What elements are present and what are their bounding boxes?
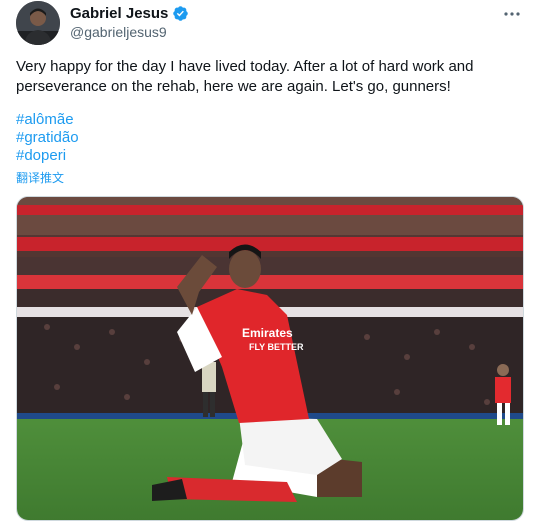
author-block: Gabriel Jesus @gabrieljesus9 [70,4,189,40]
hashtag-list: #alômãe #gratidão #doperi [16,111,79,165]
author-name-row: Gabriel Jesus [70,4,189,22]
hashtag-link[interactable]: #gratidão [16,129,79,147]
hashtag-link[interactable]: #alômãe [16,111,79,129]
avatar-image [16,1,60,45]
tweet-photo[interactable]: Emirates FLY BETTER [16,196,524,521]
author-handle[interactable]: @gabrieljesus9 [70,24,189,40]
more-options-button[interactable] [500,4,524,24]
hashtag-link[interactable]: #doperi [16,147,79,165]
translate-tweet-link[interactable]: 翻译推文 [16,169,64,186]
more-horizontal-icon [504,12,520,16]
jersey-sponsor-text: Emirates [242,326,293,340]
svg-text:FLY BETTER: FLY BETTER [249,342,304,352]
author-name[interactable]: Gabriel Jesus [70,5,168,22]
avatar[interactable] [16,1,60,45]
photo-image: Emirates FLY BETTER [17,197,523,520]
verified-badge-icon [173,5,189,21]
tweet-card: Gabriel Jesus @gabrieljesus9 Very happy … [0,0,536,521]
tweet-text: Very happy for the day I have lived toda… [16,58,474,95]
